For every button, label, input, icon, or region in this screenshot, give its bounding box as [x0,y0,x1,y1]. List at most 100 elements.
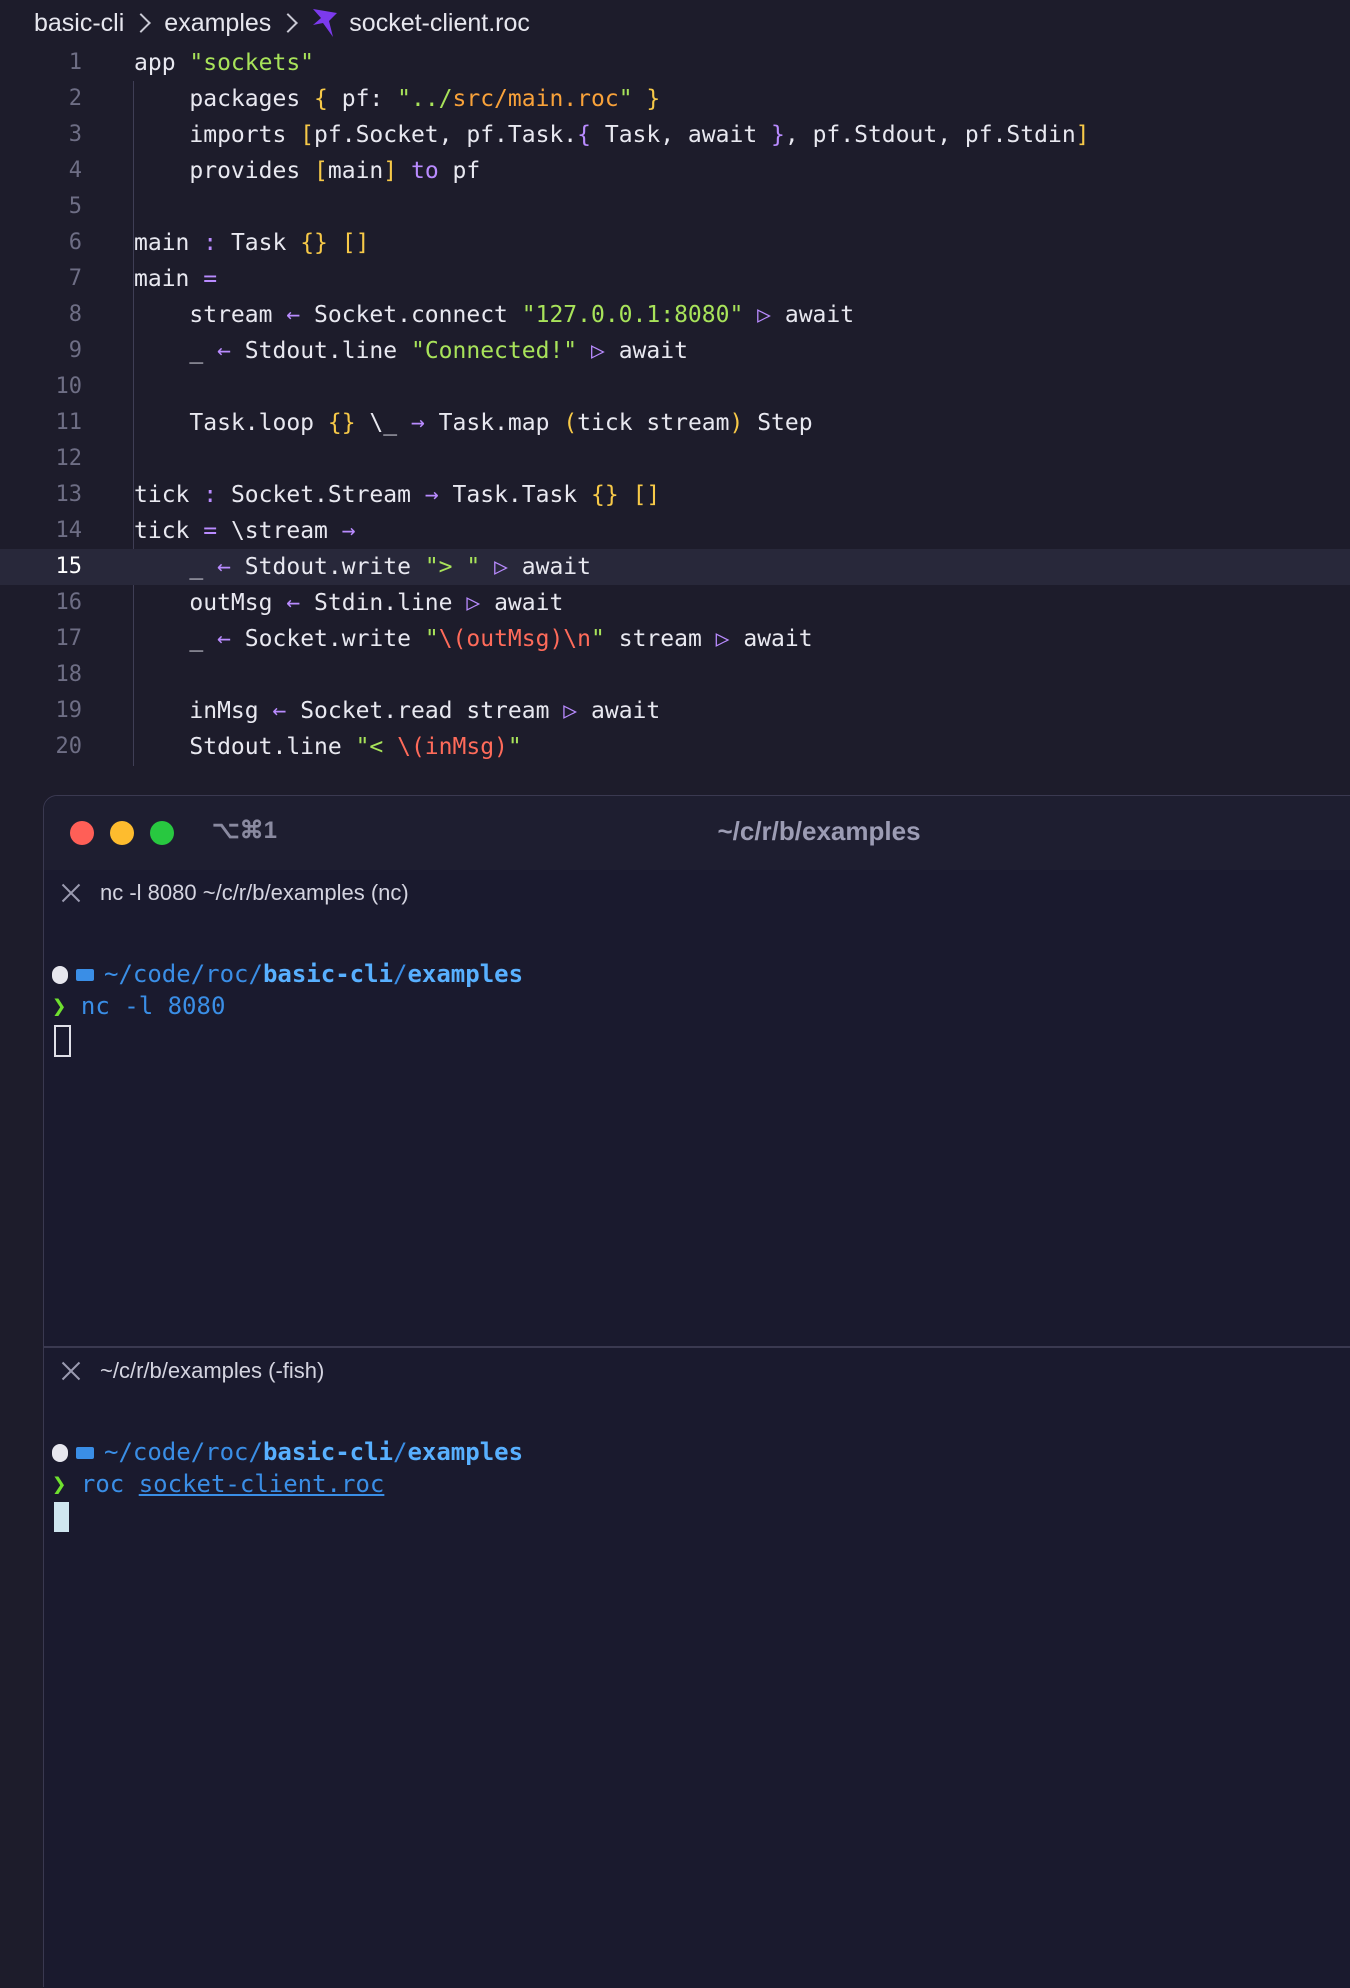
code-token: src/main.roc [452,86,619,112]
code-line[interactable]: 12 [0,441,1350,477]
code-text[interactable]: main : Task {} [] [134,225,369,261]
code-text[interactable]: tick : Socket.Stream → Task.Task {} [] [134,477,660,513]
code-line[interactable]: 10 [0,369,1350,405]
code-line[interactable]: 15 _ ← Stdout.write "> " ▷ await [0,549,1350,585]
code-token: Task.loop [134,410,328,436]
code-text[interactable]: app "sockets" [134,45,314,81]
line-number: 13 [55,482,83,507]
code-text[interactable]: main = [134,261,217,297]
close-pane-icon[interactable] [60,882,82,904]
code-token: await [729,626,813,652]
code-token: packages [134,86,315,112]
code-token: stream [604,626,716,652]
prompt-path-line: ~/code/roc/basic-cli/examples [52,1436,523,1468]
path-prefix: ~/code/roc/ [104,960,263,988]
terminal-window[interactable]: ⌥⌘1 ~/c/r/b/examples nc -l 8080 ~/c/r/b/… [43,795,1350,1988]
line-number: 14 [55,518,83,543]
code-line[interactable]: 16 outMsg ← Stdin.line ▷ await [0,585,1350,621]
code-token: "../ [397,86,453,112]
code-token: ] [383,158,398,184]
code-line[interactable]: 11 Task.loop {} \_ → Task.map (tick stre… [0,405,1350,441]
code-token: : [203,230,218,256]
line-number: 7 [68,266,82,291]
code-token: Task [217,230,301,256]
code-text[interactable]: outMsg ← Stdin.line ▷ await [134,585,563,621]
code-token: tick stream [577,410,730,436]
terminal-titlebar[interactable]: ⌥⌘1 ~/c/r/b/examples [44,796,1350,870]
line-number: 6 [68,230,82,255]
line-number: 16 [55,590,83,615]
code-text[interactable]: packages { pf: "../src/main.roc" } [134,81,660,117]
prompt-path-line: ~/code/roc/basic-cli/examples [52,958,523,990]
code-token: Task.Task [438,482,592,508]
code-token: await [771,302,855,328]
code-line[interactable]: 2 packages { pf: "../src/main.roc" } [0,81,1350,117]
code-line[interactable]: 18 [0,657,1350,693]
code-token: {} [327,410,356,436]
code-token: [] [632,482,661,508]
code-token: → [341,518,356,544]
line-number: 4 [68,158,82,183]
terminal-pane-fish[interactable]: ~/c/r/b/examples (-fish) ~/code/roc/basi… [44,1348,1350,1988]
code-token: ▷ [577,338,605,364]
code-token: Socket.Stream [217,482,425,508]
code-text[interactable]: Stdout.line "< \(inMsg)" [134,729,521,765]
code-text[interactable]: stream ← Socket.connect "127.0.0.1:8080"… [134,297,854,333]
code-line[interactable]: 6 main : Task {} [] [0,225,1350,261]
code-token: main [134,266,204,292]
code-text[interactable]: _ ← Stdout.line "Connected!" ▷ await [134,333,688,369]
code-area[interactable]: 1 app "sockets" 2 packages { pf: "../src/m… [0,45,1350,765]
code-token: tick [134,518,204,544]
terminal-pane-nc[interactable]: nc -l 8080 ~/c/r/b/examples (nc) ~/code/… [44,870,1350,1346]
code-line[interactable]: 4 provides [main] to pf [0,153,1350,189]
code-text[interactable]: _ ← Stdout.write "> " ▷ await [134,549,591,585]
code-line[interactable]: 20 Stdout.line "< \(inMsg)" [0,729,1350,765]
breadcrumb-item-examples[interactable]: examples [164,9,271,38]
code-token: await [577,698,661,724]
code-token: \(inMsg) [397,734,508,760]
code-token: await [507,554,592,580]
code-token: ] [1075,122,1090,148]
code-token: ▷ [715,626,730,652]
command-argument[interactable]: socket-client.roc [139,1470,385,1498]
code-text[interactable]: imports [pf.Socket, pf.Task.{ Task, awai… [134,117,1090,153]
code-text[interactable]: inMsg ← Socket.read stream ▷ await [134,693,660,729]
path-segment: examples [407,960,524,988]
close-pane-icon[interactable] [60,1360,82,1382]
code-token: "< [355,734,398,760]
window-title: ~/c/r/b/examples [717,816,921,846]
code-token: "127.0.0.1:8080" [521,302,744,328]
code-text[interactable]: Task.loop {} \_ → Task.map (tick stream)… [134,405,812,441]
code-text[interactable]: tick = \stream → [134,513,356,549]
code-token: { [314,86,328,112]
code-token: pf.Socket, pf.Task. [314,122,578,148]
path-segment: examples [407,1438,524,1466]
code-token: inMsg [134,698,273,724]
pane-title: ~/c/r/b/examples (-fish) [100,1358,325,1383]
code-line[interactable]: 17 _ ← Socket.write "\(outMsg)\n" stream… [0,621,1350,657]
line-number: 11 [55,410,83,435]
code-line[interactable]: 19 inMsg ← Socket.read stream ▷ await [0,693,1350,729]
line-number: 15 [55,554,83,579]
code-line[interactable]: 1 app "sockets" [0,45,1350,81]
code-token: \(outMsg)\n [438,626,592,652]
breadcrumb: basic-cli examples socket-client.roc [34,4,530,42]
code-editor[interactable]: basic-cli examples socket-client.roc 1 ap… [0,0,1350,790]
code-line[interactable]: 7 main = [0,261,1350,297]
code-line[interactable]: 14 tick = \stream → [0,513,1350,549]
breadcrumb-item-basic-cli[interactable]: basic-cli [34,9,124,38]
code-line[interactable]: 13 tick : Socket.Stream → Task.Task {} [] [0,477,1350,513]
code-line[interactable]: 3 imports [pf.Socket, pf.Task.{ Task, aw… [0,117,1350,153]
pane-title: nc -l 8080 ~/c/r/b/examples (nc) [100,880,409,905]
breadcrumb-file[interactable]: socket-client.roc [349,9,530,38]
line-number: 20 [55,734,83,759]
code-line[interactable]: 9 _ ← Stdout.line "Connected!" ▷ await [0,333,1350,369]
code-token: → [410,410,425,436]
code-text[interactable]: _ ← Socket.write "\(outMsg)\n" stream ▷ … [134,621,813,657]
code-token: Stdout.write [230,554,425,580]
code-line[interactable]: 8 stream ← Socket.connect "127.0.0.1:808… [0,297,1350,333]
code-text[interactable]: provides [main] to pf [134,153,480,189]
code-line[interactable]: 5 [0,189,1350,225]
line-number: 1 [68,50,82,75]
